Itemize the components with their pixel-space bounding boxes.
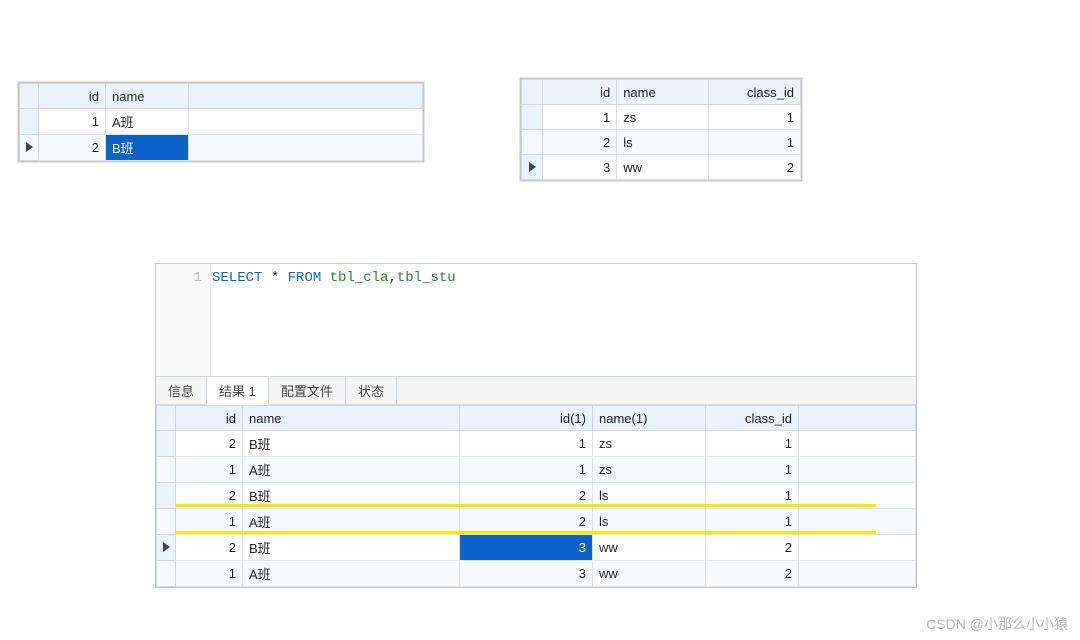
col-id[interactable]: id [176, 406, 243, 431]
row-indicator [522, 130, 543, 155]
cell-class-id[interactable]: 2 [709, 155, 801, 180]
highlight-line [176, 504, 876, 507]
cell-name1[interactable]: ww [593, 535, 706, 561]
cell-name[interactable]: B班 [243, 535, 460, 561]
cell-name[interactable]: A班 [243, 561, 460, 587]
cell-id[interactable]: 1 [176, 561, 243, 587]
tab-result-1[interactable]: 结果 1 [207, 377, 269, 405]
cell-class-id[interactable]: 1 [706, 431, 799, 457]
tab-profile[interactable]: 配置文件 [269, 377, 346, 404]
cell-class-id[interactable]: 2 [706, 561, 799, 587]
row-indicator [522, 105, 543, 130]
query-panel: 1 SELECT * FROM tbl_cla,tbl_stu 信息 结果 1 … [155, 263, 917, 588]
cell-name[interactable]: ww [617, 155, 709, 180]
cell-class-id[interactable]: 1 [709, 130, 801, 155]
table-row[interactable]: 2 B班 [20, 135, 423, 161]
table-row[interactable]: 1 A班 3 ww 2 [157, 561, 916, 587]
cell-name1[interactable]: zs [593, 431, 706, 457]
cell-id1[interactable]: 3 [460, 561, 593, 587]
highlight-line [176, 531, 876, 534]
cell-name[interactable]: B班 [106, 135, 189, 161]
table-row[interactable]: 2 B班 1 zs 1 [157, 431, 916, 457]
cell-id[interactable]: 1 [543, 105, 617, 130]
col-id[interactable]: id [39, 84, 106, 109]
tbl-stu-table[interactable]: id name class_id 1 zs 1 2 ls 1 3 ww 2 [521, 79, 801, 180]
col-filler [189, 84, 423, 109]
cell-class-id[interactable]: 2 [706, 535, 799, 561]
tbl-cla-grid: id name 1 A班 2 B班 [18, 82, 424, 162]
cell-id[interactable]: 1 [176, 457, 243, 483]
cell-id1[interactable]: 1 [460, 457, 593, 483]
current-row-icon [26, 142, 33, 152]
table-row[interactable]: 2 ls 1 [522, 130, 801, 155]
cell-id[interactable]: 2 [39, 135, 106, 161]
col-name[interactable]: name [106, 84, 189, 109]
row-indicator [20, 135, 39, 161]
result-tabs: 信息 结果 1 配置文件 状态 [156, 376, 916, 405]
sql-identifier: tbl_cla [330, 270, 389, 286]
sql-keyword: FROM [288, 270, 322, 286]
col-name1[interactable]: name(1) [593, 406, 706, 431]
table-row[interactable]: 3 ww 2 [522, 155, 801, 180]
cell-name[interactable]: A班 [106, 109, 189, 135]
row-indicator [20, 109, 39, 135]
cell-id1[interactable]: 1 [460, 431, 593, 457]
tbl-cla-table[interactable]: id name 1 A班 2 B班 [19, 83, 423, 161]
line-number: 1 [156, 270, 202, 286]
cell-name[interactable]: zs [617, 105, 709, 130]
line-gutter: 1 [156, 264, 211, 376]
current-row-icon [529, 162, 536, 172]
cell-id[interactable]: 2 [543, 130, 617, 155]
cell-filler [189, 135, 423, 161]
table-row[interactable]: 2 B班 3 ww 2 [157, 535, 916, 561]
cell-name1[interactable]: ww [593, 561, 706, 587]
tab-status[interactable]: 状态 [346, 377, 397, 404]
sql-star: * [271, 270, 279, 286]
result-table[interactable]: id name id(1) name(1) class_id 2 B班 1 zs… [156, 405, 916, 587]
col-filler [799, 406, 916, 431]
cell-id[interactable]: 1 [39, 109, 106, 135]
cell-id[interactable]: 3 [543, 155, 617, 180]
cell-name[interactable]: A班 [243, 457, 460, 483]
tab-info[interactable]: 信息 [156, 377, 207, 404]
cell-filler [189, 109, 423, 135]
cell-class-id[interactable]: 1 [706, 457, 799, 483]
cell-id[interactable]: 2 [176, 535, 243, 561]
tbl-stu-grid: id name class_id 1 zs 1 2 ls 1 3 ww 2 [520, 78, 802, 181]
cell-name[interactable]: B班 [243, 431, 460, 457]
cell-id1[interactable]: 3 [460, 535, 593, 561]
code-line[interactable]: SELECT * FROM tbl_cla,tbl_stu [156, 264, 916, 292]
row-indicator [522, 155, 543, 180]
sql-editor[interactable]: 1 SELECT * FROM tbl_cla,tbl_stu [156, 264, 916, 376]
table-row[interactable]: 1 A班 [20, 109, 423, 135]
col-name[interactable]: name [243, 406, 460, 431]
row-header-blank [157, 406, 176, 431]
cell-name1[interactable]: zs [593, 457, 706, 483]
cell-class-id[interactable]: 1 [709, 105, 801, 130]
col-name[interactable]: name [617, 80, 709, 105]
sql-comma: , [388, 270, 396, 286]
row-header-blank [20, 84, 39, 109]
current-row-icon [163, 542, 170, 552]
table-row[interactable]: 1 A班 1 zs 1 [157, 457, 916, 483]
col-class-id[interactable]: class_id [706, 406, 799, 431]
col-class-id[interactable]: class_id [709, 80, 801, 105]
sql-identifier: tbl_stu [397, 270, 456, 286]
sql-keyword: SELECT [212, 270, 262, 286]
table-row[interactable]: 1 zs 1 [522, 105, 801, 130]
col-id[interactable]: id [543, 80, 617, 105]
cell-id[interactable]: 2 [176, 431, 243, 457]
cell-name[interactable]: ls [617, 130, 709, 155]
col-id1[interactable]: id(1) [460, 406, 593, 431]
watermark: CSDN @小那么小小猿 [926, 614, 1068, 634]
row-header-blank [522, 80, 543, 105]
